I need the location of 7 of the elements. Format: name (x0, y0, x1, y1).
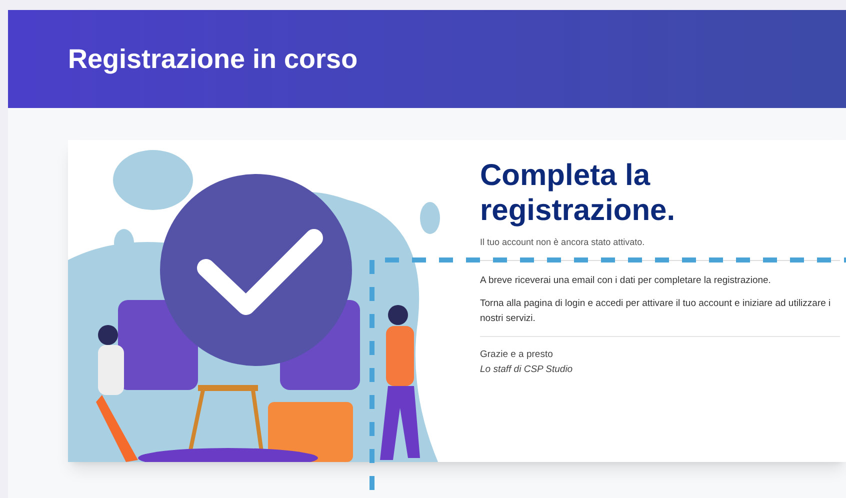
account-status-text: Il tuo account non è ancora stato attivato. (480, 236, 646, 249)
info-paragraph: Torna alla pagina di login e accedi per attivare il tuo account e iniziare ad utilizzare i nostri servizi. (480, 296, 832, 326)
closing-text: Grazie e a presto (480, 348, 554, 362)
page-title: Registrazione in corso (68, 42, 358, 76)
info-paragraph: A breve riceverai una email con i dati per completare la registrazione. (480, 274, 772, 288)
signature-text: Lo staff di CSP Studio (480, 362, 574, 376)
card-heading: Completa la registrazione. (480, 158, 676, 228)
